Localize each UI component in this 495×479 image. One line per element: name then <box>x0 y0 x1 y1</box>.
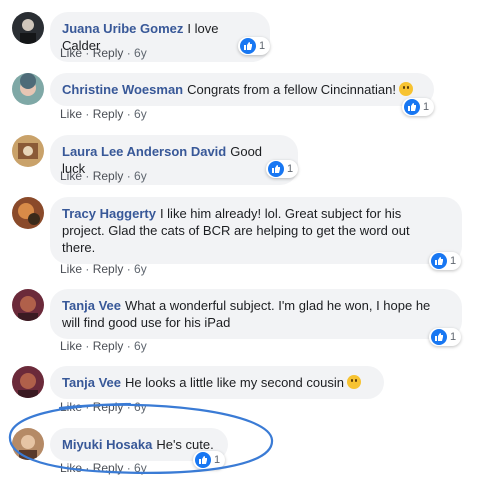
comment-author[interactable]: Tanja Vee <box>62 298 121 313</box>
comment-text: He looks a little like my second cousin <box>125 375 344 390</box>
avatar[interactable] <box>12 366 44 398</box>
reply-link[interactable]: Reply <box>93 400 124 414</box>
comment-actions: Like · Reply · 6y <box>60 169 147 183</box>
reaction-count[interactable]: 1 <box>193 451 226 469</box>
comment-actions: Like · Reply · 6y <box>60 339 147 353</box>
comment-timestamp[interactable]: 6y <box>134 461 147 475</box>
like-link[interactable]: Like <box>60 169 82 183</box>
smile-emoji-icon <box>346 375 361 389</box>
reply-link[interactable]: Reply <box>93 107 124 121</box>
reaction-count[interactable]: 1 <box>238 37 271 55</box>
comment-author[interactable]: Tanja Vee <box>62 375 121 390</box>
comment-text-line: there. <box>62 240 96 255</box>
comment-text-line: will find good use for his iPad <box>62 315 231 330</box>
avatar[interactable] <box>12 12 44 44</box>
like-reaction-icon <box>240 38 256 54</box>
comment-timestamp[interactable]: 6y <box>134 169 147 183</box>
comment-bubble: Tracy Haggerty I like him already! lol. G… <box>50 197 462 264</box>
avatar[interactable] <box>12 73 44 105</box>
comment-text-line: What a wonderful subject. I'm glad he wo… <box>125 298 431 313</box>
like-link[interactable]: Like <box>60 262 82 276</box>
comment-author[interactable]: Tracy Haggerty <box>62 206 156 221</box>
reply-link[interactable]: Reply <box>93 46 124 60</box>
comment-timestamp[interactable]: 6y <box>134 46 147 60</box>
like-link[interactable]: Like <box>60 461 82 475</box>
avatar[interactable] <box>12 135 44 167</box>
avatar[interactable] <box>12 428 44 460</box>
like-link[interactable]: Like <box>60 339 82 353</box>
comment-author[interactable]: Christine Woesman <box>62 82 183 97</box>
comment-actions: Like · Reply · 6y <box>60 262 147 276</box>
comment-timestamp[interactable]: 6y <box>134 339 147 353</box>
comment-bubble: Tanja Vee He looks a little like my secon… <box>50 366 384 399</box>
reply-link[interactable]: Reply <box>93 169 124 183</box>
comment-timestamp[interactable]: 6y <box>134 262 147 276</box>
comment-actions: Like · Reply · 6y <box>60 46 147 60</box>
comment-text-line: I like him already! lol. Great subject f… <box>159 206 402 221</box>
reaction-count[interactable]: 1 <box>402 98 435 116</box>
comment-actions: Like · Reply · 6y <box>60 461 147 475</box>
comment-text: He's cute. <box>156 437 214 452</box>
reply-link[interactable]: Reply <box>93 339 124 353</box>
comment-bubble: Christine Woesman Congrats from a fellow … <box>50 73 434 106</box>
like-link[interactable]: Like <box>60 46 82 60</box>
reply-link[interactable]: Reply <box>93 461 124 475</box>
comment-text: Congrats from a fellow Cincinnatian! <box>187 82 396 97</box>
reaction-count[interactable]: 1 <box>429 328 462 346</box>
comment-author[interactable]: Miyuki Hosaka <box>62 437 152 452</box>
comment-author[interactable]: Laura Lee Anderson David <box>62 144 226 159</box>
like-reaction-icon <box>268 161 284 177</box>
reaction-count[interactable]: 1 <box>266 160 299 178</box>
avatar[interactable] <box>12 197 44 229</box>
like-reaction-icon <box>431 253 447 269</box>
like-reaction-icon <box>195 452 211 468</box>
like-reaction-icon <box>404 99 420 115</box>
comment-text-line: project. Glad the cats of BCR are helpin… <box>62 223 410 238</box>
reaction-count[interactable]: 1 <box>429 252 462 270</box>
like-link[interactable]: Like <box>60 107 82 121</box>
comment-actions: Like · Reply · 6y <box>60 400 147 414</box>
like-link[interactable]: Like <box>60 400 82 414</box>
comment-bubble: Tanja Vee What a wonderful subject. I'm g… <box>50 289 462 339</box>
comment-timestamp[interactable]: 6y <box>134 400 147 414</box>
comment-timestamp[interactable]: 6y <box>134 107 147 121</box>
avatar[interactable] <box>12 289 44 321</box>
comment-actions: Like · Reply · 6y <box>60 107 147 121</box>
like-reaction-icon <box>431 329 447 345</box>
smile-emoji-icon <box>398 82 413 96</box>
comment-author[interactable]: Juana Uribe Gomez <box>62 21 183 36</box>
reply-link[interactable]: Reply <box>93 262 124 276</box>
